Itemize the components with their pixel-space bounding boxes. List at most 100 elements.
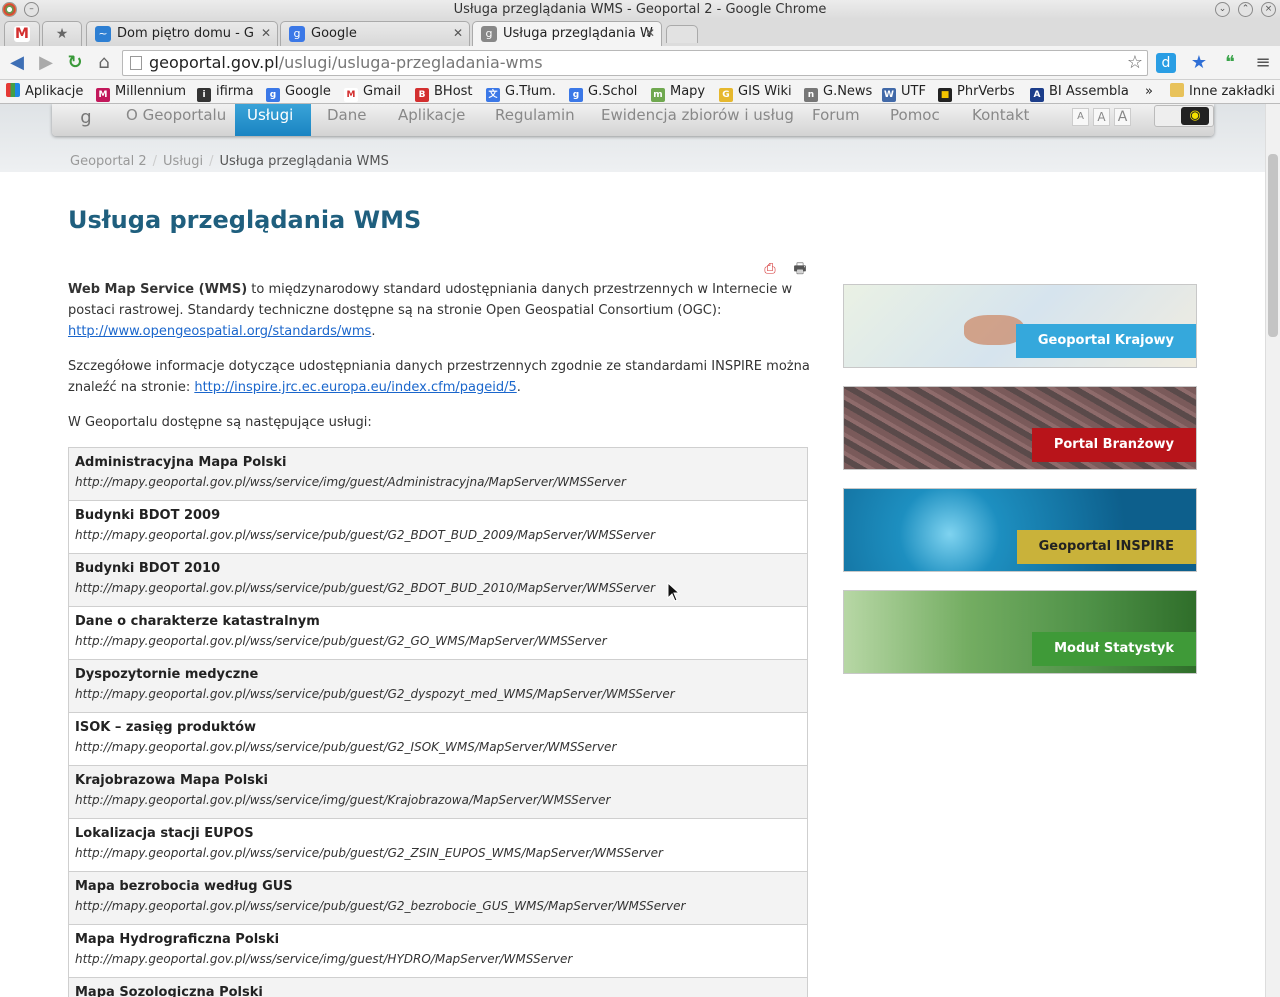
bookmarks-bar: Aplikacje M Millennium i ifirma g Google MG… (0, 80, 1280, 104)
tab-dom-pietro[interactable]: ~ Dom piętro domu - G ✕ (86, 21, 278, 46)
nav-kontakt[interactable]: Kontakt (972, 104, 1029, 136)
extension-hangouts-icon[interactable]: ❝ (1218, 51, 1242, 75)
tab-geoportal[interactable]: g Usługa przeglądania W ✕ (472, 21, 662, 46)
service-url[interactable]: http://mapy.geoportal.gov.pl/wss/service… (75, 578, 807, 599)
window-titlebar: Usługa przeglądania WMS - Geoportal 2 - … (0, 0, 1280, 19)
forward-icon[interactable]: ▶ (34, 51, 58, 75)
service-url[interactable]: http://mapy.geoportal.gov.pl/wss/service… (75, 631, 807, 652)
geoportal-logo-icon[interactable]: g (76, 107, 96, 131)
gmail-icon: M (344, 88, 358, 102)
service-url[interactable]: http://mapy.geoportal.gov.pl/wss/service… (75, 790, 807, 811)
new-tab-button[interactable] (666, 25, 698, 43)
bookmark-mapy[interactable]: m Mapy (651, 83, 705, 102)
banner-modul-statystyk[interactable]: Moduł Statystyk (843, 590, 1197, 674)
bookmark-gschol[interactable]: g G.Schol (569, 83, 637, 102)
font-size-small-button[interactable]: A (1072, 108, 1089, 126)
bookmark-utf[interactable]: W UTF (882, 83, 926, 102)
bookmark-google[interactable]: g Google (266, 83, 331, 102)
bookmarks-overflow[interactable]: » (1145, 83, 1153, 101)
extension-star-icon[interactable]: ★ (1187, 51, 1211, 75)
banner-label: Geoportal INSPIRE (1016, 530, 1196, 564)
scholar-icon: g (569, 88, 583, 102)
bookmark-giswiki[interactable]: G GIS Wiki (719, 83, 792, 102)
service-url[interactable]: http://mapy.geoportal.gov.pl/wss/service… (75, 843, 807, 864)
service-name: Budynki BDOT 2010 (75, 561, 221, 576)
window-menu-icon[interactable]: – (24, 2, 39, 17)
nav-uslugi[interactable]: Usługi (235, 104, 311, 136)
bookmark-biassembla[interactable]: A BI Assembla (1030, 83, 1129, 102)
home-icon[interactable]: ⌂ (92, 51, 116, 75)
nav-ewidencja[interactable]: Ewidencja zbiorów i usług (601, 104, 794, 136)
extension-d-icon[interactable]: d (1156, 53, 1176, 73)
bookmark-ifirma[interactable]: i ifirma (197, 83, 254, 102)
service-url[interactable]: http://mapy.geoportal.gov.pl/wss/service… (75, 896, 807, 917)
service-url[interactable]: http://mapy.geoportal.gov.pl/wss/service… (75, 737, 807, 758)
service-row: Krajobrazowa Mapa Polski http://mapy.geop… (69, 766, 807, 819)
address-bar[interactable]: geoportal.gov.pl/uslugi/usluga-przeglada… (122, 50, 1148, 76)
tab-close-icon[interactable]: ✕ (645, 22, 655, 45)
tab-google[interactable]: g Google ✕ (280, 21, 470, 46)
pdf-icon[interactable]: ⎙ (761, 260, 779, 278)
breadcrumb-current: Usługa przeglądania WMS (219, 154, 389, 169)
contrast-toggle[interactable]: ◉ (1154, 105, 1214, 127)
page-icon (130, 56, 142, 70)
nav-aplikacje[interactable]: Aplikacje (398, 104, 465, 136)
bookmark-phrverbs[interactable]: ■ PhrVerbs (938, 83, 1015, 102)
nav-dane[interactable]: Dane (327, 104, 366, 136)
doc-icon: ~ (95, 26, 111, 42)
assembla-icon: A (1030, 88, 1044, 102)
tab-label: Dom piętro domu - G (117, 26, 255, 41)
nav-o-geoportalu[interactable]: O Geoportalu (126, 104, 226, 136)
bookmark-aplikacje[interactable]: Aplikacje (6, 83, 83, 101)
minimize-icon[interactable]: ⌄ (1215, 2, 1230, 17)
print-icon[interactable]: 🖶 (791, 260, 809, 278)
service-row: Mapa Sozologiczna Polski (69, 978, 807, 997)
breadcrumb-link-home[interactable]: Geoportal 2 (70, 154, 147, 169)
back-icon[interactable]: ◀ (5, 51, 29, 75)
font-size-large-button[interactable]: A (1114, 108, 1131, 126)
nav-regulamin[interactable]: Regulamin (495, 104, 575, 136)
maximize-icon[interactable]: ⌃ (1238, 2, 1253, 17)
nav-forum[interactable]: Forum (812, 104, 860, 136)
services-intro: W Geoportalu dostępne są następujące usł… (68, 415, 372, 430)
bookmark-star-icon[interactable]: ☆ (1127, 51, 1143, 75)
giswiki-icon: G (719, 88, 733, 102)
menu-icon[interactable]: ≡ (1251, 51, 1275, 75)
page-scrollbar[interactable] (1265, 104, 1280, 997)
bookmark-millennium[interactable]: M Millennium (96, 83, 186, 102)
tab-close-icon[interactable]: ✕ (453, 22, 463, 45)
bookmark-gtlum[interactable]: 文 G.Tłum. (486, 83, 556, 102)
nav-pomoc[interactable]: Pomoc (890, 104, 940, 136)
service-row: Mapa bezrobocia według GUS http://mapy.ge… (69, 872, 807, 925)
tab-gmail[interactable]: M (4, 21, 40, 46)
service-url[interactable]: http://mapy.geoportal.gov.pl/wss/service… (75, 684, 807, 705)
reload-icon[interactable]: ↻ (63, 51, 87, 75)
breadcrumb-link-uslugi[interactable]: Usługi (163, 154, 203, 169)
service-url[interactable]: http://mapy.geoportal.gov.pl/wss/service… (75, 949, 807, 970)
service-row: ISOK – zasięg produktów http://mapy.geopo… (69, 713, 807, 766)
tab-close-icon[interactable]: ✕ (261, 22, 271, 45)
bookmark-gnews[interactable]: n G.News (804, 83, 872, 102)
service-row: Budynki BDOT 2010 http://mapy.geoportal.g… (69, 554, 807, 607)
bookmark-gmail[interactable]: M Gmail (344, 83, 401, 102)
bookmark-bhost[interactable]: B BHost (415, 83, 473, 102)
ogc-link[interactable]: http://www.opengeospatial.org/standards/… (68, 324, 371, 339)
banner-geoportal-krajowy[interactable]: Geoportal Krajowy (843, 284, 1197, 368)
close-icon[interactable]: × (1261, 2, 1276, 17)
font-size-medium-button[interactable]: A (1093, 108, 1110, 126)
service-name: Mapa Sozologiczna Polski (75, 985, 263, 997)
service-name: Mapa bezrobocia według GUS (75, 879, 293, 894)
banner-geoportal-inspire[interactable]: Geoportal INSPIRE (843, 488, 1197, 572)
service-url[interactable]: http://mapy.geoportal.gov.pl/wss/service… (75, 472, 807, 493)
tab-bookmarks[interactable]: ★ (42, 21, 82, 46)
banner-portal-branzowy[interactable]: Portal Branżowy (843, 386, 1197, 470)
maps-icon: m (651, 88, 665, 102)
bookmark-other[interactable]: Inne zakładki (1170, 83, 1275, 101)
scrollbar-thumb[interactable] (1268, 154, 1278, 337)
inspire-paragraph: Szczegółowe informacje dotyczące udostęp… (68, 359, 810, 395)
utf-icon: W (882, 88, 896, 102)
service-url[interactable]: http://mapy.geoportal.gov.pl/wss/service… (75, 525, 807, 546)
inspire-link[interactable]: http://inspire.jrc.ec.europa.eu/index.cf… (194, 380, 516, 395)
service-row: Lokalizacja stacji EUPOS http://mapy.geop… (69, 819, 807, 872)
news-icon: n (804, 88, 818, 102)
